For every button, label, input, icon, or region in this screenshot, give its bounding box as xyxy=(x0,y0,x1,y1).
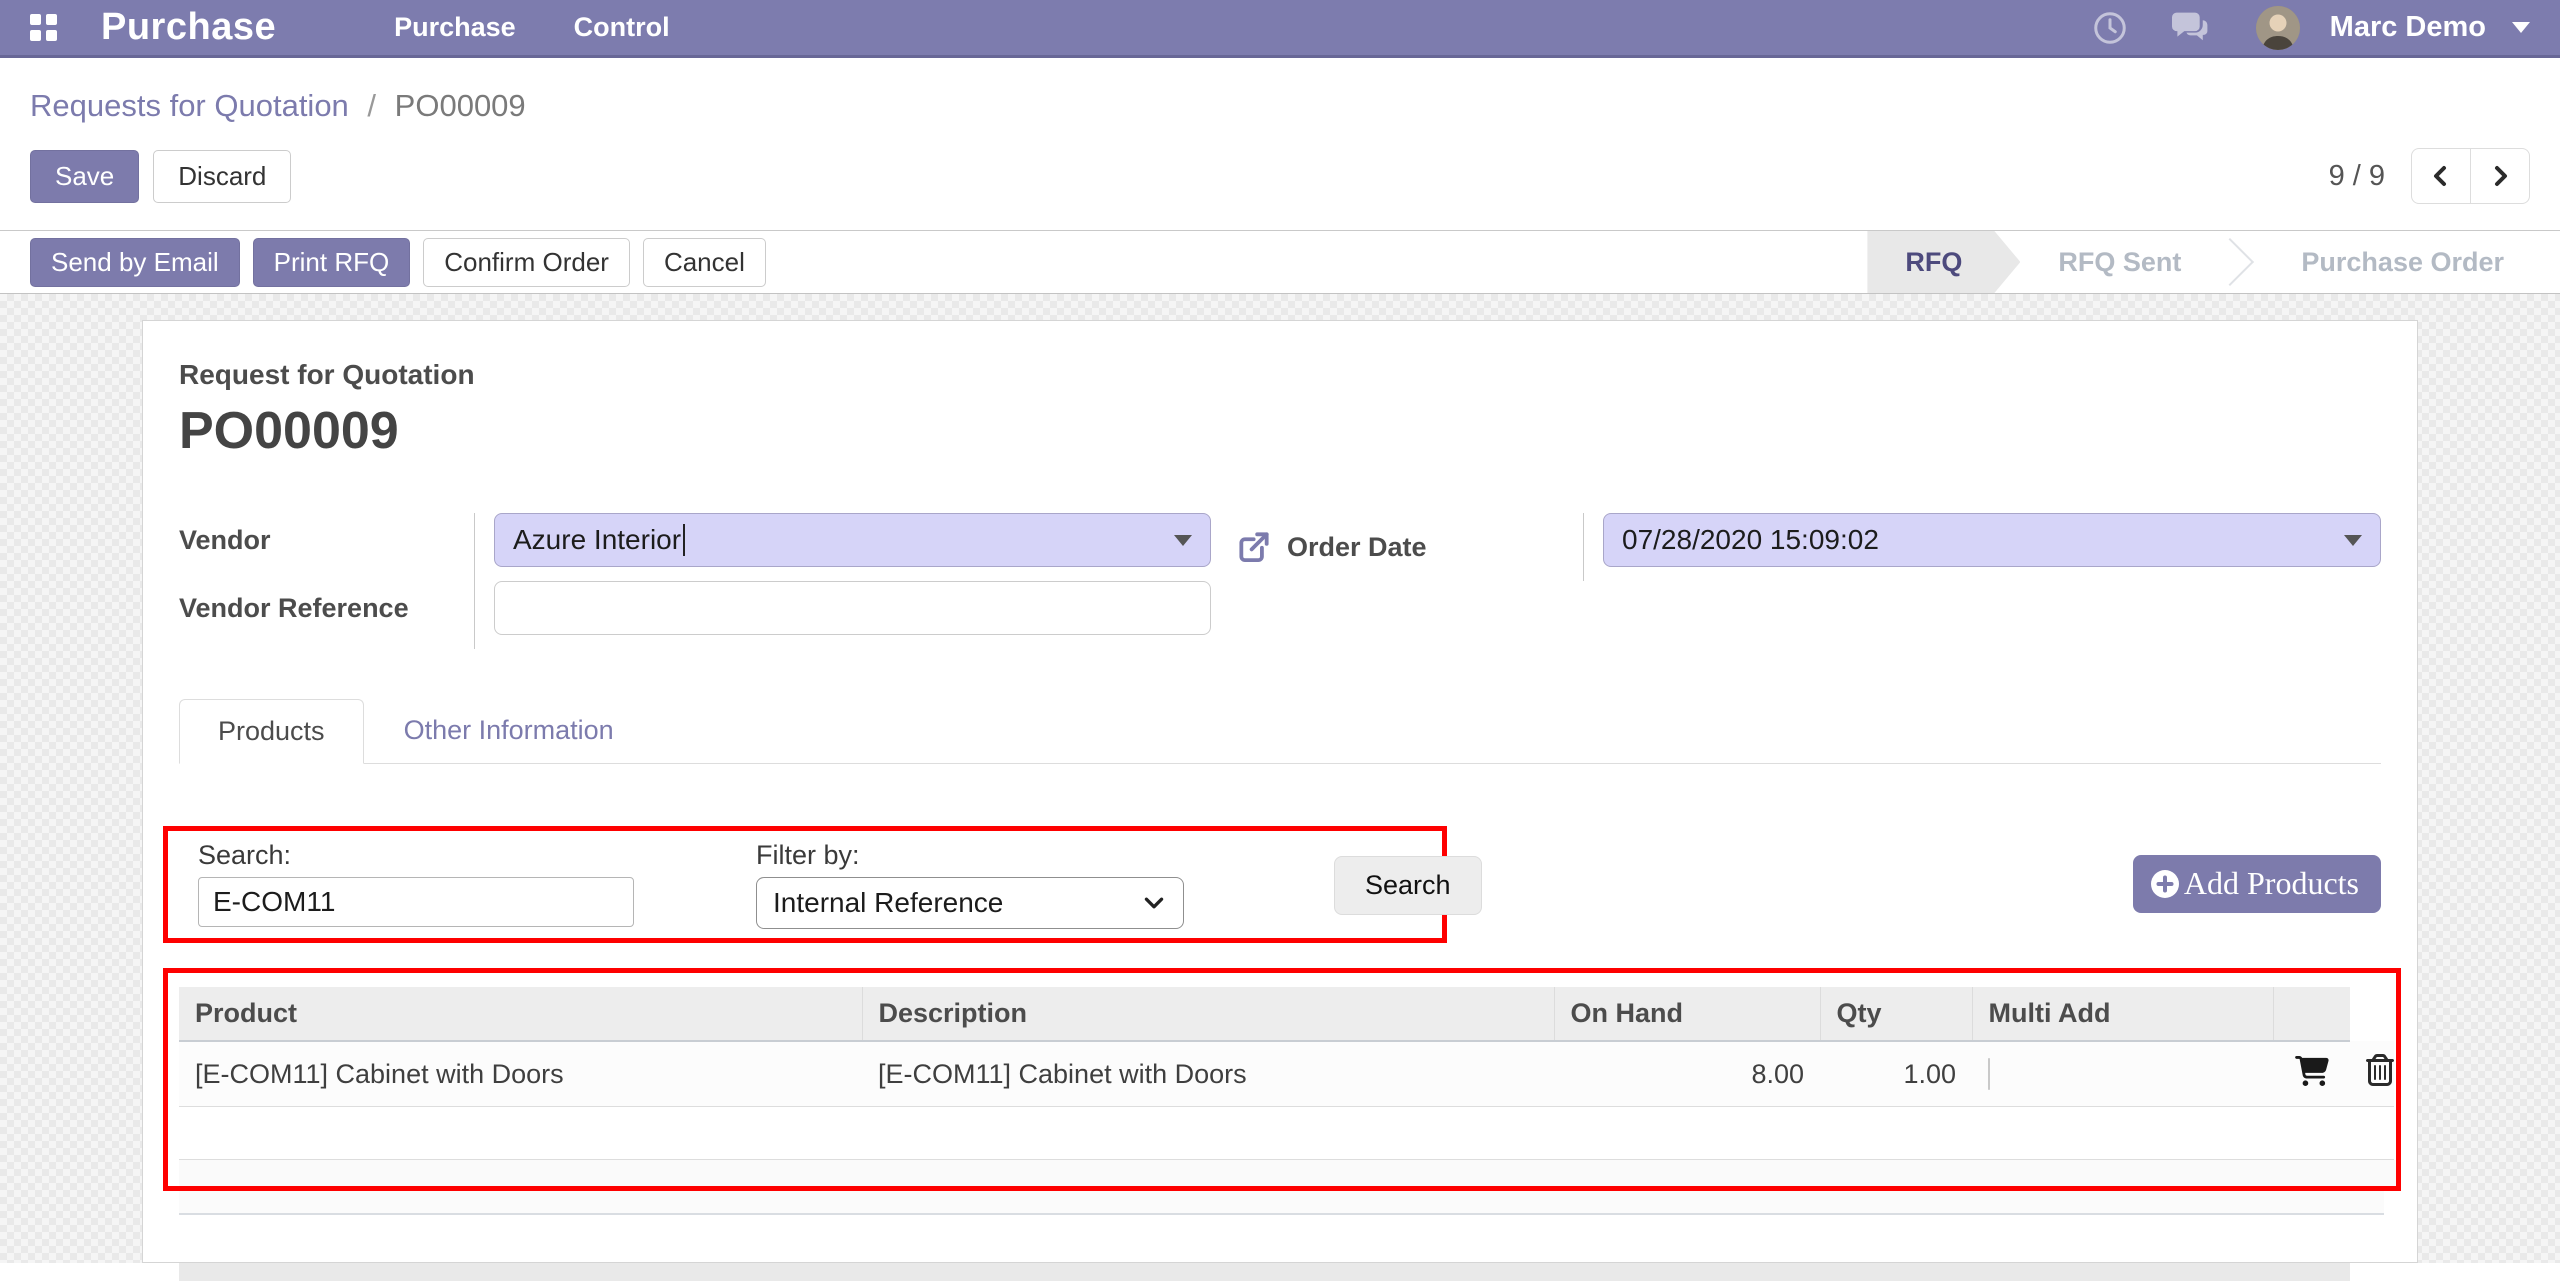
menu-purchase[interactable]: Purchase xyxy=(394,12,516,43)
plus-circle-icon xyxy=(2150,869,2179,898)
field-groups: Vendor Azure Interior Vendor Reference O… xyxy=(179,513,2381,649)
search-label: Search: xyxy=(198,840,292,870)
sheet-title-label: Request for Quotation xyxy=(179,359,475,390)
state-purchase-order[interactable]: Purchase Order xyxy=(2263,231,2542,293)
vendor-label: Vendor xyxy=(179,513,475,581)
pager-previous-button[interactable] xyxy=(2411,148,2471,204)
app-window: Purchase Purchase Control Marc Demo Requ… xyxy=(0,0,2560,1286)
menu-control[interactable]: Control xyxy=(574,12,670,43)
table-header-row: Product Description On Hand Qty Multi Ad… xyxy=(179,987,2394,1042)
product-search-row: Search: Filter by: Internal Reference Se… xyxy=(163,826,2381,943)
user-avatar[interactable] xyxy=(2255,5,2300,50)
vendor-reference-label: Vendor Reference xyxy=(179,581,475,649)
trash-icon[interactable] xyxy=(2366,1054,2394,1092)
form-statusbar: Send by Email Print RFQ Confirm Order Ca… xyxy=(0,230,2560,294)
state-rfq[interactable]: RFQ xyxy=(1867,231,2020,293)
user-name[interactable]: Marc Demo xyxy=(2330,11,2486,44)
breadcrumb-current: PO00009 xyxy=(394,88,526,123)
table-row[interactable]: [E-COM11] Cabinet with Doors [E-COM11] C… xyxy=(179,1041,2394,1107)
app-brand[interactable]: Purchase xyxy=(101,6,276,49)
text-cursor xyxy=(683,524,686,556)
search-input[interactable] xyxy=(198,877,634,927)
cell-multi-add xyxy=(1972,1041,2273,1107)
pager: 9 / 9 xyxy=(2329,148,2530,204)
breadcrumb: Requests for Quotation / PO00009 xyxy=(30,86,2530,126)
navbar-right: Marc Demo xyxy=(2092,5,2530,50)
order-date-label-cell: Order Date xyxy=(1235,513,1584,581)
annotation-table-box: Product Description On Hand Qty Multi Ad… xyxy=(163,968,2401,1191)
cell-add-to-cart xyxy=(2273,1041,2350,1107)
breadcrumb-parent-link[interactable]: Requests for Quotation xyxy=(30,88,349,123)
add-products-button[interactable]: Add Products xyxy=(2132,855,2381,913)
cell-on-hand: 8.00 xyxy=(1554,1041,1820,1107)
record-name: PO00009 xyxy=(179,402,399,460)
order-date-field[interactable]: 07/28/2020 15:09:02 xyxy=(1603,513,2381,567)
col-product[interactable]: Product xyxy=(179,987,863,1042)
apps-grid-icon[interactable] xyxy=(30,14,57,41)
col-delete xyxy=(2350,987,2394,1041)
search-group: Search: xyxy=(198,839,634,927)
table-footer-strip xyxy=(179,1160,2396,1186)
cancel-button[interactable]: Cancel xyxy=(642,237,766,287)
vendor-value: Azure Interior xyxy=(513,524,682,555)
order-date-dropdown-caret-icon[interactable] xyxy=(2344,534,2362,546)
tab-other-information[interactable]: Other Information xyxy=(364,699,654,763)
state-rfq-sent[interactable]: RFQ Sent xyxy=(2020,231,2219,293)
pager-count: 9 / 9 xyxy=(2328,159,2385,192)
multi-add-checkbox[interactable] xyxy=(1988,1057,1990,1090)
col-on-hand[interactable]: On Hand xyxy=(1554,987,1821,1042)
statusbar-buttons: Send by Email Print RFQ Confirm Order Ca… xyxy=(30,231,766,293)
cell-delete xyxy=(2350,1041,2394,1107)
form-view-background: Request for Quotation PO00009 Vendor Azu… xyxy=(0,294,2560,1281)
filter-by-label: Filter by: xyxy=(756,840,860,870)
vendor-reference-input[interactable] xyxy=(494,581,1211,635)
breadcrumb-separator: / xyxy=(367,88,377,123)
col-multi-add[interactable]: Multi Add xyxy=(1972,987,2274,1042)
tab-products[interactable]: Products xyxy=(179,699,364,764)
state-chevron-separator-icon xyxy=(2219,231,2263,293)
filter-group: Filter by: Internal Reference xyxy=(756,839,1184,929)
order-date-value: 07/28/2020 15:09:02 xyxy=(1622,524,1879,555)
print-rfq-button[interactable]: Print RFQ xyxy=(252,237,411,287)
cell-product[interactable]: [E-COM11] Cabinet with Doors xyxy=(179,1041,862,1107)
main-menu: Purchase Control xyxy=(394,12,670,43)
discard-button[interactable]: Discard xyxy=(153,149,292,203)
send-by-email-button[interactable]: Send by Email xyxy=(30,237,240,287)
col-actions xyxy=(2273,987,2350,1042)
messages-chat-icon[interactable] xyxy=(2171,10,2212,46)
cell-qty[interactable]: 1.00 xyxy=(1820,1041,1972,1107)
top-navbar: Purchase Purchase Control Marc Demo xyxy=(0,0,2560,58)
pager-next-button[interactable] xyxy=(2470,148,2530,204)
list-footer-strip xyxy=(179,1191,2384,1215)
select-chevron-down-icon xyxy=(1144,897,1164,909)
next-table-header-strip xyxy=(179,1263,2350,1281)
vendor-dropdown-caret-icon[interactable] xyxy=(1174,534,1192,546)
vendor-field[interactable]: Azure Interior xyxy=(494,513,1211,567)
order-date-label: Order Date xyxy=(1287,531,1427,562)
user-menu-caret-icon[interactable] xyxy=(2512,22,2530,33)
confirm-order-button[interactable]: Confirm Order xyxy=(423,237,630,287)
col-qty[interactable]: Qty xyxy=(1820,987,1973,1042)
activities-clock-icon[interactable] xyxy=(2092,10,2128,46)
cart-icon[interactable] xyxy=(2294,1055,2329,1092)
filter-selected-value: Internal Reference xyxy=(773,887,1004,918)
control-panel: Requests for Quotation / PO00009 Save Di… xyxy=(0,58,2560,230)
external-link-icon[interactable] xyxy=(1235,528,1273,566)
annotation-search-box: Search: Filter by: Internal Reference Se… xyxy=(163,826,1482,943)
search-button[interactable]: Search xyxy=(1334,856,1482,915)
products-search-table: Product Description On Hand Qty Multi Ad… xyxy=(179,987,2394,1107)
cell-description[interactable]: [E-COM11] Cabinet with Doors xyxy=(862,1041,1554,1107)
actions-row: Save Discard 9 / 9 xyxy=(30,148,2530,204)
filter-select[interactable]: Internal Reference xyxy=(756,877,1184,929)
form-sheet: Request for Quotation PO00009 Vendor Azu… xyxy=(142,320,2418,1281)
statusbar-states: RFQ RFQ Sent Purchase Order xyxy=(1867,231,2542,293)
notebook-tabs: Products Other Information xyxy=(179,699,2381,764)
save-button[interactable]: Save xyxy=(30,149,140,203)
table-empty-rows xyxy=(179,1107,2394,1160)
col-description[interactable]: Description xyxy=(862,987,1555,1042)
